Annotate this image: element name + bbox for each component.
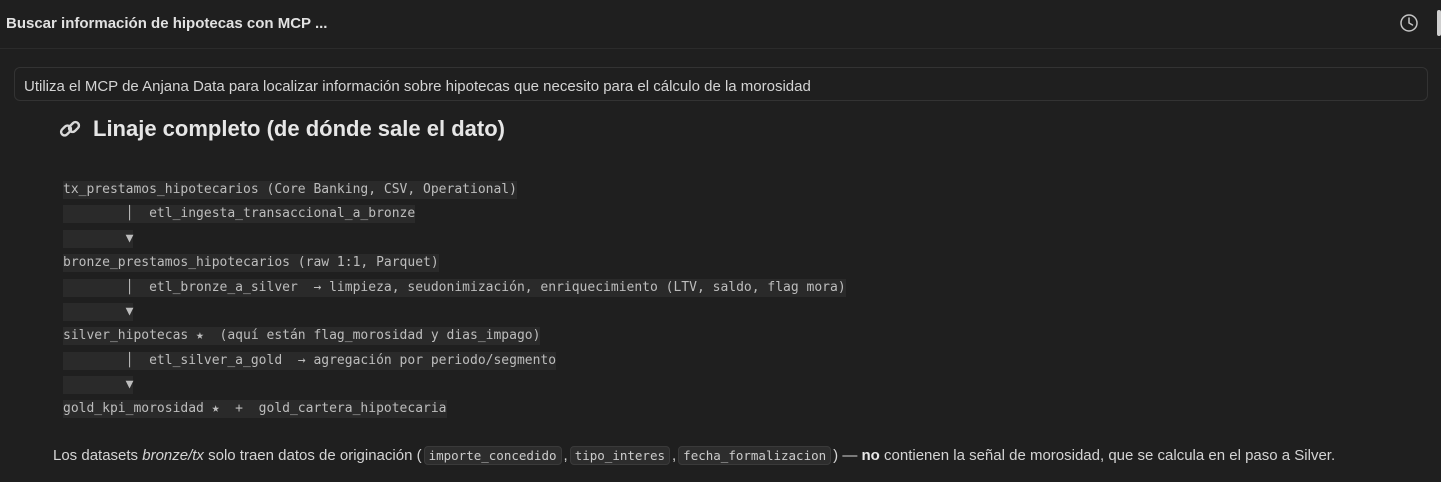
history-icon[interactable] [1399, 13, 1419, 33]
lineage-line: │ etl_bronze_a_silver → limpieza, seudon… [63, 279, 846, 297]
section-heading: Linaje completo (de dónde sale el dato) [58, 116, 505, 142]
lineage-line: gold_kpi_morosidad ★ + gold_cartera_hipo… [63, 400, 447, 418]
user-prompt-box: Utiliza el MCP de Anjana Data para local… [14, 67, 1428, 101]
chat-title: Buscar información de hipotecas con MCP … [6, 15, 328, 32]
inline-code-tipo: tipo_interes [569, 446, 670, 465]
footer-text-2: solo traen datos de originación ( [203, 447, 422, 464]
inline-code-importe: importe_concedido [423, 446, 562, 465]
section-heading-text: Linaje completo (de dónde sale el dato) [93, 116, 505, 141]
lineage-line: bronze_prestamos_hipotecarios (raw 1:1, … [63, 254, 439, 272]
lineage-line: ▼ [63, 230, 134, 248]
footer-text-1: Los datasets [53, 447, 143, 464]
footer-emphasis: bronze/tx [142, 447, 204, 464]
lineage-line: │ etl_ingesta_transaccional_a_bronze [63, 205, 416, 223]
lineage-line: silver_hipotecas ★ (aquí están flag_moro… [63, 327, 541, 345]
footer-text-3: ) — [833, 447, 862, 464]
lineage-line: ▼ [63, 376, 134, 394]
title-bar: Buscar información de hipotecas con MCP … [0, 0, 1441, 49]
inline-code-fecha: fecha_formalizacion [678, 446, 832, 465]
footer-sep-2: , [672, 447, 677, 464]
footer-paragraph: Los datasets bronze/tx solo traen datos … [53, 446, 1335, 465]
scrollbar-thumb[interactable] [1437, 10, 1441, 36]
lineage-line: │ etl_silver_a_gold → agregación por per… [63, 352, 557, 370]
user-prompt-text: Utiliza el MCP de Anjana Data para local… [24, 78, 811, 95]
footer-strong: no [861, 447, 880, 464]
link-icon [59, 120, 81, 137]
footer-text-4: contienen la señal de morosidad, que se … [879, 447, 1336, 464]
lineage-line: ▼ [63, 303, 134, 321]
lineage-line: tx_prestamos_hipotecarios (Core Banking,… [63, 181, 517, 199]
footer-sep-1: , [563, 447, 568, 464]
